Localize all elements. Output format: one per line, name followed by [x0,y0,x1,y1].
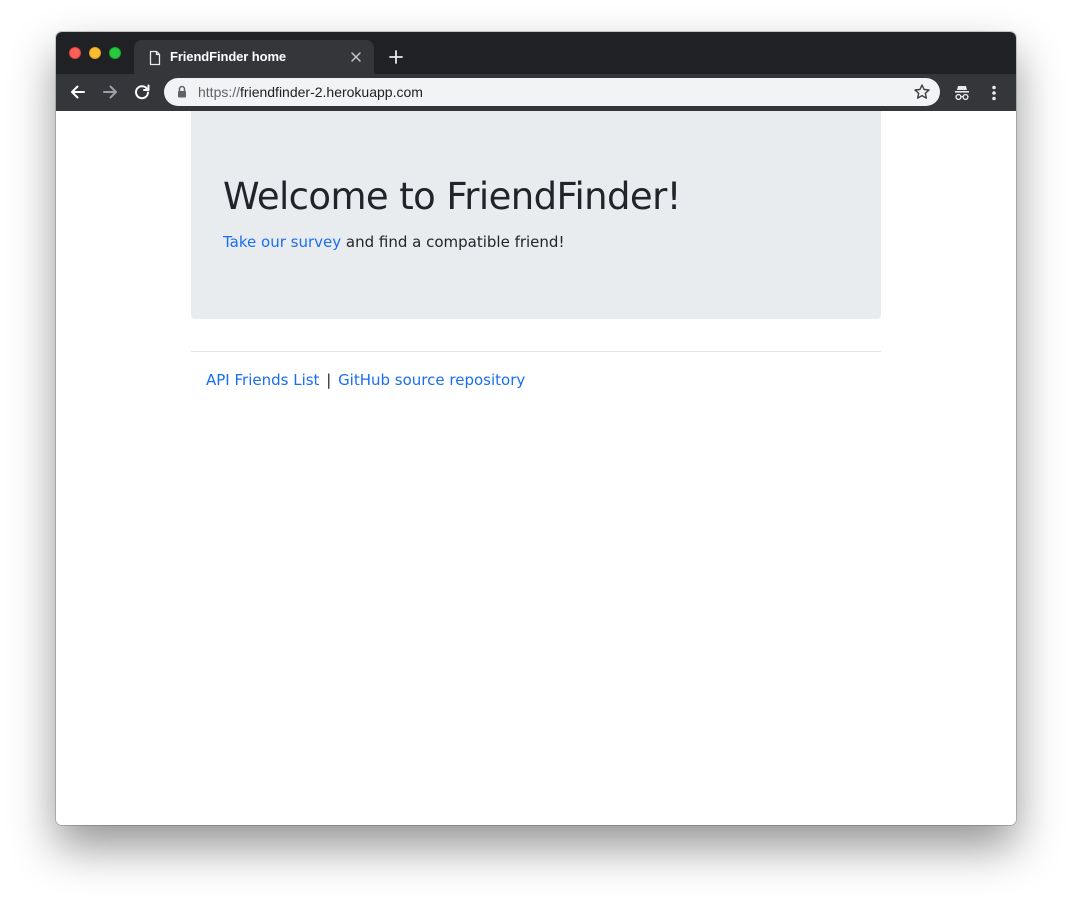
close-tab-icon[interactable] [349,50,363,64]
tab-friendfinder-home[interactable]: FriendFinder home [134,40,374,74]
browser-window: FriendFinder home https://friendfinder-2… [56,32,1016,825]
divider [191,351,881,352]
tab-title: FriendFinder home [170,49,287,64]
page-viewport: Welcome to FriendFinder! Take our survey… [56,111,1016,825]
forward-arrow-icon[interactable] [100,82,120,102]
url-scheme: https:// [198,84,241,100]
url-host: friendfinder-2.herokuapp.com [240,84,423,100]
jumbotron: Welcome to FriendFinder! Take our survey… [191,111,881,319]
reload-icon[interactable] [132,82,152,102]
document-icon [149,50,161,66]
new-tab-icon[interactable] [386,47,406,67]
close-window-button[interactable] [69,47,81,59]
lead-text: and find a compatible friend! [341,233,565,251]
page-title: Welcome to FriendFinder! [223,175,682,218]
more-vertical-icon[interactable] [986,83,1002,103]
back-arrow-icon[interactable] [68,82,88,102]
jumbotron-lead: Take our survey and find a compatible fr… [223,233,564,251]
browser-toolbar: https://friendfinder-2.herokuapp.com [56,74,1016,111]
api-friends-list-link[interactable]: API Friends List [206,371,319,389]
address-bar[interactable]: https://friendfinder-2.herokuapp.com [164,78,940,106]
footer-links: API Friends List | GitHub source reposit… [206,371,525,389]
incognito-icon[interactable] [952,83,972,103]
lock-icon[interactable] [176,85,188,99]
footer-separator: | [326,371,332,389]
github-repository-link[interactable]: GitHub source repository [338,371,525,389]
tab-strip: FriendFinder home [56,32,1016,74]
maximize-window-button[interactable] [109,47,121,59]
url-text[interactable]: https://friendfinder-2.herokuapp.com [198,84,423,100]
star-icon[interactable] [913,83,931,101]
minimize-window-button[interactable] [89,47,101,59]
survey-link[interactable]: Take our survey [223,233,341,251]
